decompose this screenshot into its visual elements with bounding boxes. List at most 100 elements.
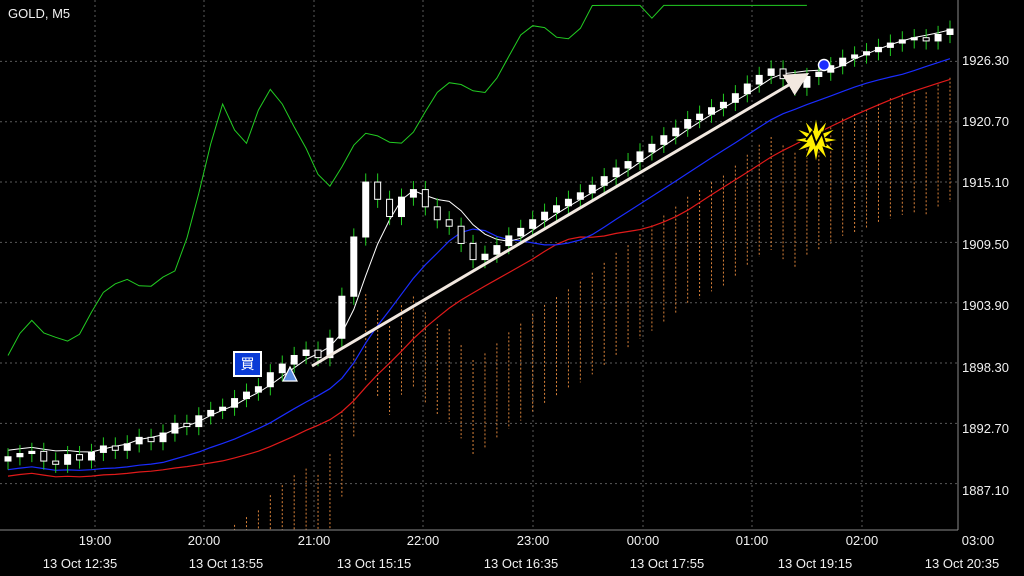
candle-body — [302, 349, 310, 356]
candle-body — [886, 42, 894, 48]
date-label: 13 Oct 13:55 — [188, 556, 264, 571]
time-label: 00:00 — [626, 533, 660, 548]
candle-body — [898, 39, 906, 44]
price-label: 1909.50 — [962, 237, 1009, 252]
chart-window[interactable]: GOLD, M5 買 1926.30 1920.70 1915.10 1909.… — [0, 0, 1024, 576]
candle-body — [135, 436, 143, 445]
candle-body — [433, 206, 441, 221]
candle-body — [648, 143, 656, 153]
price-label: 1903.90 — [962, 298, 1009, 313]
candle-body — [457, 225, 465, 244]
grid — [0, 0, 958, 530]
exit-signal-circle — [817, 58, 831, 72]
price-label: 1920.70 — [962, 114, 1009, 129]
candle-body — [767, 68, 775, 76]
candle-body — [445, 219, 453, 227]
candle-body — [719, 101, 727, 109]
candle-body — [64, 454, 72, 465]
chikou-span-line — [7, 4, 807, 356]
candle-body — [159, 432, 167, 443]
candle-body — [839, 57, 847, 67]
candle-body — [362, 181, 370, 238]
chart-canvas[interactable] — [0, 0, 1024, 576]
time-label: 22:00 — [406, 533, 440, 548]
candle-body — [922, 37, 930, 42]
candle-body — [254, 386, 262, 393]
symbol-title: GOLD, M5 — [8, 6, 71, 21]
date-label: 13 Oct 15:15 — [336, 556, 412, 571]
date-label: 13 Oct 12:35 — [42, 556, 118, 571]
candle-body — [910, 37, 918, 41]
candle-body — [755, 74, 763, 85]
candle-body — [696, 113, 704, 121]
candle-body — [600, 176, 608, 186]
candle-body — [278, 363, 286, 374]
candle-body — [684, 119, 692, 129]
candle-body — [553, 205, 561, 213]
candle-body — [517, 227, 525, 237]
buy-badge[interactable]: 買 — [233, 351, 262, 377]
time-label: 01:00 — [735, 533, 769, 548]
candle-body — [529, 219, 537, 229]
candle-body — [266, 372, 274, 388]
candle-body — [52, 460, 60, 465]
candle-body — [386, 198, 394, 218]
candle-body — [505, 235, 513, 247]
candle-body — [624, 161, 632, 169]
candle-body — [123, 443, 131, 451]
candle-body — [612, 167, 620, 178]
price-label: 1898.30 — [962, 360, 1009, 375]
candle-body — [99, 445, 107, 453]
candle-body — [242, 391, 250, 400]
candle-body — [421, 189, 429, 208]
candle-body — [576, 192, 584, 200]
time-label: 03:00 — [961, 533, 995, 548]
candle-body — [338, 295, 346, 339]
candle-body — [87, 451, 95, 461]
candle-body — [934, 33, 942, 42]
candle-body — [863, 51, 871, 56]
candle-body — [851, 54, 859, 59]
candle-body — [564, 198, 572, 207]
price-label: 1887.10 — [962, 483, 1009, 498]
candle-body — [815, 71, 823, 77]
candle-body — [374, 181, 382, 200]
candle-body — [76, 454, 84, 461]
candle-body — [731, 93, 739, 103]
candle-body — [171, 422, 179, 434]
candle-body — [4, 456, 12, 462]
candle-body — [314, 349, 322, 359]
candle-body — [946, 28, 954, 35]
candle-body — [409, 189, 417, 198]
price-label: 1926.30 — [962, 53, 1009, 68]
candle-body — [469, 242, 477, 261]
date-label: 13 Oct 16:35 — [483, 556, 559, 571]
candle-body — [16, 453, 24, 458]
date-label: 13 Oct 19:15 — [777, 556, 853, 571]
candle-body — [636, 151, 644, 163]
candle-body — [231, 398, 239, 408]
price-label: 1915.10 — [962, 175, 1009, 190]
candle-body — [708, 107, 716, 115]
candle-body — [350, 236, 358, 297]
candle-body — [195, 415, 203, 428]
candle-body — [111, 445, 119, 451]
candle-body — [183, 422, 191, 428]
kijun-sen-line — [7, 58, 951, 471]
candle-body — [207, 409, 215, 417]
date-label: 13 Oct 17:55 — [629, 556, 705, 571]
date-label: 13 Oct 20:35 — [924, 556, 1000, 571]
candle-body — [493, 245, 501, 255]
candle-body — [803, 75, 811, 88]
candle-body — [147, 436, 155, 443]
trend-arrow — [311, 72, 810, 368]
candle-body — [541, 211, 549, 221]
candle-body — [481, 253, 489, 261]
candle-body — [40, 450, 48, 462]
price-label: 1892.70 — [962, 421, 1009, 436]
candle-body — [779, 68, 787, 80]
time-label: 23:00 — [516, 533, 550, 548]
time-label: 21:00 — [297, 533, 331, 548]
time-label: 02:00 — [845, 533, 879, 548]
time-label: 19:00 — [78, 533, 112, 548]
